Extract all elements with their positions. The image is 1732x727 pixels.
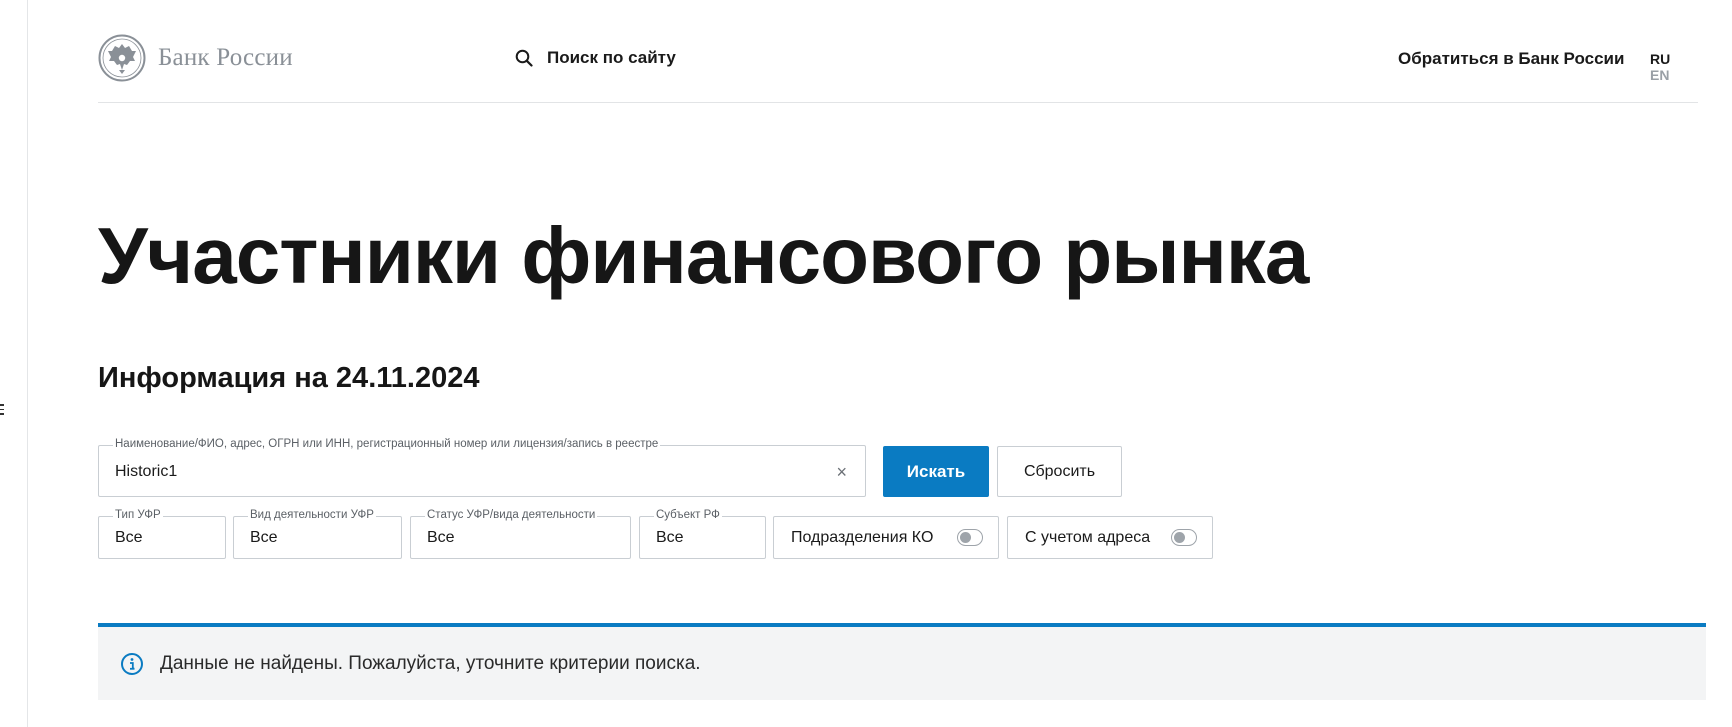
toggle-with-address[interactable]: С учетом адреса [1007,516,1213,559]
filter-ufr-type[interactable]: Тип УФР Все [98,509,226,559]
filter-value: Все [250,529,278,546]
lang-ru[interactable]: RU [1650,51,1670,67]
no-results-notice: Данные не найдены. Пожалуйста, уточните … [98,623,1706,700]
toggle-switch[interactable] [1171,529,1197,546]
eagle-emblem-icon [98,34,146,82]
filter-status[interactable]: Статус УФР/вида деятельности Все [410,509,631,559]
bank-logo[interactable]: Банк России [98,34,293,82]
lang-en[interactable]: EN [1650,67,1669,83]
site-header: Банк России Поиск по сайту Обратиться в … [98,0,1698,103]
reset-button[interactable]: Сбросить [997,446,1122,497]
notice-text: Данные не найдены. Пожалуйста, уточните … [160,652,701,674]
menu-icon[interactable] [0,404,4,416]
clear-icon[interactable]: × [836,462,847,483]
filter-region[interactable]: Субъект РФ Все [639,509,766,559]
page: Банк России Поиск по сайту Обратиться в … [0,0,1732,727]
filter-legend: Вид деятельности УФР [248,509,376,521]
filter-legend: Статус УФР/вида деятельности [425,509,598,521]
info-icon [121,652,143,675]
site-search-label: Поиск по сайту [547,48,676,67]
filter-legend: Субъект РФ [654,509,722,521]
left-rail [0,0,28,727]
info-date-subtitle: Информация на 24.11.2024 [98,362,480,394]
filter-value: Все [427,529,455,546]
toggle-ko-divisions[interactable]: Подразделения КО [773,516,999,559]
toggle-switch[interactable] [957,529,983,546]
search-input-legend: Наименование/ФИО, адрес, ОГРН или ИНН, р… [113,438,661,450]
site-search-link[interactable]: Поиск по сайту [515,48,676,68]
logo-text: Банк России [158,44,293,71]
search-button[interactable]: Искать [883,446,989,497]
language-switcher: RU EN [1650,51,1698,83]
search-input[interactable]: Наименование/ФИО, адрес, ОГРН или ИНН, р… [98,438,866,497]
search-icon [515,49,533,67]
search-input-value[interactable]: Historic1 [115,463,177,481]
page-title: Участники финансового рынка [98,211,1309,300]
toggle-label: С учетом адреса [1025,528,1151,546]
contact-bank-link[interactable]: Обратиться в Банк России [1398,49,1624,69]
filter-value: Все [656,529,684,546]
toggle-label: Подразделения КО [791,528,934,546]
filter-activity-type[interactable]: Вид деятельности УФР Все [233,509,402,559]
filter-value: Все [115,529,143,546]
filter-legend: Тип УФР [113,509,163,521]
